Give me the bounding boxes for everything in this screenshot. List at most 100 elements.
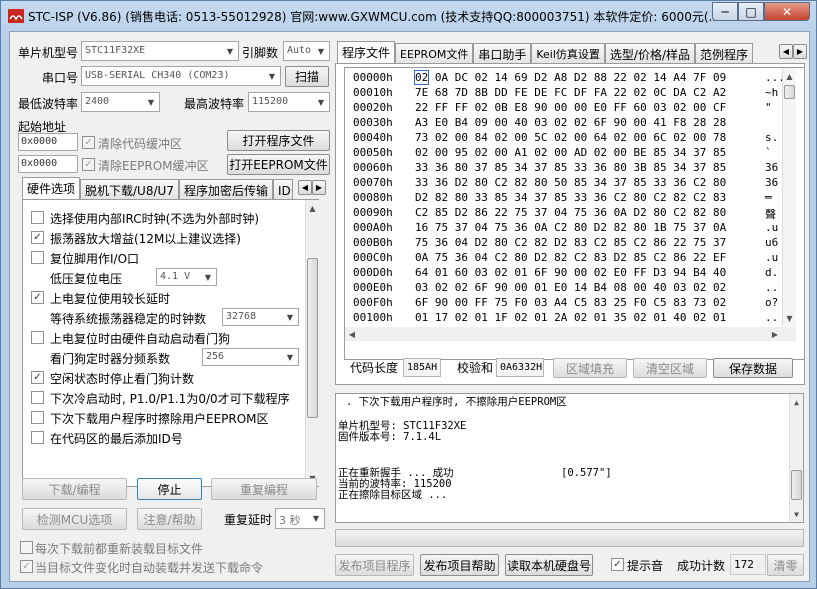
append-id-checkbox[interactable]: [31, 431, 44, 444]
scroll-up-icon[interactable]: ▲: [790, 394, 803, 410]
app-icon: [8, 9, 24, 23]
pins-select[interactable]: Auto ▼: [283, 41, 330, 61]
publish-help-button[interactable]: 发布项目帮助: [420, 554, 499, 576]
tab-eeprom-file[interactable]: EEPROM文件: [395, 43, 474, 63]
chevron-down-icon: ▼: [317, 97, 325, 107]
right-tab-scroll-left[interactable]: ◀: [779, 44, 793, 59]
scroll-thumb[interactable]: [791, 470, 802, 500]
long-reset-delay-checkbox[interactable]: ✓: [31, 291, 44, 304]
hex-bytes[interactable]: 75 36 04 D2 80 C2 82 D2 83 C2 85 C2 86 2…: [415, 236, 726, 249]
port-label: 串口号: [42, 71, 79, 85]
download-program-button[interactable]: 下载/编程: [22, 478, 127, 500]
close-button[interactable]: ✕: [764, 2, 810, 21]
scroll-thumb[interactable]: [307, 258, 318, 418]
tab-examples[interactable]: 范例程序: [695, 43, 754, 63]
erase-eeprom-checkbox[interactable]: [31, 411, 44, 424]
log-scrollbar[interactable]: ▲ ▼: [789, 394, 803, 522]
tab-program-file[interactable]: 程序文件: [337, 41, 396, 63]
tab-scroll-left-button[interactable]: ◀: [298, 180, 312, 195]
tab-id[interactable]: ID号: [272, 179, 293, 199]
maximize-button[interactable]: □: [738, 2, 764, 21]
repeat-delay-select[interactable]: 3 秒 ▼: [275, 508, 325, 529]
hex-bytes[interactable]: 01 17 02 01 1F 02 01 2A 02 01 35 02 01 4…: [415, 311, 726, 324]
hex-bytes[interactable]: 22 FF FF 02 0B E8 90 00 00 E0 FF 60 03 0…: [415, 101, 726, 114]
hex-bytes[interactable]: C2 85 D2 86 22 75 37 04 75 36 0A D2 80 C…: [415, 206, 726, 219]
internal-irc-checkbox[interactable]: [31, 211, 44, 224]
right-tab-scroll-right[interactable]: ▶: [793, 44, 807, 59]
idle-stop-watchdog-checkbox[interactable]: ✓: [31, 371, 44, 384]
tab-serial-assistant[interactable]: 串口助手: [473, 43, 532, 63]
open-program-file-button[interactable]: 打开程序文件: [227, 130, 330, 151]
hex-row: 00020h 22 FF FF 02 0B E8 90 00 00 E0 FF 6…: [353, 101, 772, 116]
read-disk-button[interactable]: 读取本机硬盘号: [505, 554, 593, 576]
check-mcu-button[interactable]: 检测MCU选项: [22, 508, 127, 530]
help-button[interactable]: 注意/帮助: [137, 508, 202, 530]
clear-eeprom-buffer-label: 清除EEPROM缓冲区: [98, 159, 209, 173]
hex-bytes[interactable]: 33 36 80 37 85 34 37 85 33 36 80 3B 85 3…: [415, 161, 726, 174]
clear-area-button[interactable]: 清空区域: [633, 358, 707, 378]
minimize-button[interactable]: ─: [712, 2, 738, 21]
hex-bytes[interactable]: 6F 90 00 FF 75 F0 03 A4 C5 83 25 F0 C5 8…: [415, 296, 726, 309]
clear-code-buffer-label: 清除代码缓冲区: [98, 137, 183, 151]
code-address-input[interactable]: 0x0000: [18, 133, 78, 151]
hex-bytes[interactable]: D2 82 80 33 85 34 37 85 33 36 C2 80 C2 8…: [415, 191, 726, 204]
tab-selection-price[interactable]: 选型/价格/样品: [604, 43, 695, 63]
tab-offline-download[interactable]: 脱机下载/U8/U7: [80, 179, 179, 199]
stop-button[interactable]: 停止: [137, 478, 202, 500]
hex-vscrollbar[interactable]: ▲ ▼: [782, 68, 796, 326]
cold-start-p10-checkbox[interactable]: [31, 391, 44, 404]
watchdog-prescaler-select[interactable]: 256 ▼: [202, 348, 299, 366]
hex-bytes[interactable]: 33 36 D2 80 C2 82 80 50 85 34 37 85 33 3…: [415, 176, 726, 189]
hex-ascii: 36: [765, 176, 779, 189]
min-baud-select[interactable]: 2400 ▼: [81, 92, 160, 112]
reload-each-checkbox[interactable]: [20, 541, 33, 554]
title-bar[interactable]: STC-ISP (V6.86) (销售电话: 0513-55012928) 官网…: [1, 1, 816, 31]
hex-bytes[interactable]: 02 0A DC 02 14 69 D2 A8 D2 88 22 02 14 A…: [413, 70, 726, 85]
tab-encrypted-transfer[interactable]: 程序加密后传输: [178, 179, 273, 199]
scroll-up-icon[interactable]: ▲: [306, 200, 319, 216]
max-baud-select[interactable]: 115200 ▼: [248, 92, 330, 112]
open-eeprom-file-button[interactable]: 打开EEPROM文件: [227, 154, 330, 175]
publish-program-button[interactable]: 发布项目程序: [335, 554, 414, 576]
scroll-down-icon[interactable]: ▼: [790, 506, 803, 522]
reset-pin-io-checkbox[interactable]: [31, 251, 44, 264]
repeat-delay-label: 重复延时: [224, 513, 273, 527]
tab-keil-debug[interactable]: Keil仿真设置: [531, 43, 605, 63]
eeprom-address-input[interactable]: 0x0000: [18, 155, 78, 173]
scroll-right-icon[interactable]: ▶: [768, 327, 782, 341]
scroll-down-icon[interactable]: ▼: [783, 310, 796, 326]
clear-eeprom-buffer-checkbox[interactable]: ✓: [82, 158, 95, 171]
hex-bytes[interactable]: A3 E0 B4 09 00 40 03 02 02 6F 90 00 41 F…: [415, 116, 726, 129]
repeat-program-button[interactable]: 重复编程: [211, 478, 317, 500]
tab-hardware-options[interactable]: 硬件选项: [22, 177, 81, 199]
clear-count-button[interactable]: 清零: [767, 554, 804, 576]
hex-editor[interactable]: 00000h 02 0A DC 02 14 69 D2 A8 D2 88 22 0…: [344, 67, 805, 360]
low-voltage-select[interactable]: 4.1 V ▼: [156, 268, 217, 286]
scroll-thumb[interactable]: [784, 85, 795, 99]
hex-bytes[interactable]: 0A 75 36 04 C2 80 D2 82 C2 83 D2 85 C2 8…: [415, 251, 726, 264]
hex-bytes[interactable]: 16 75 37 04 75 36 0A C2 80 D2 82 80 1B 7…: [415, 221, 726, 234]
beep-checkbox[interactable]: ✓: [611, 558, 624, 571]
stable-clock-select[interactable]: 32768 ▼: [222, 308, 299, 326]
tab-scroll-right-button[interactable]: ▶: [312, 180, 326, 195]
hex-address: 00050h: [353, 146, 393, 159]
scroll-left-icon[interactable]: ◀: [345, 327, 359, 341]
scroll-up-icon[interactable]: ▲: [783, 68, 796, 84]
auto-load-checkbox[interactable]: ✓: [20, 560, 33, 573]
save-data-button[interactable]: 保存数据: [713, 358, 793, 378]
fill-area-button[interactable]: 区域填充: [553, 358, 627, 378]
oscillator-gain-checkbox[interactable]: ✓: [31, 231, 44, 244]
hex-bytes[interactable]: 02 00 95 02 00 A1 02 00 AD 02 00 BE 85 3…: [415, 146, 726, 159]
checksum-value: 0A6332H: [496, 358, 544, 377]
scan-button[interactable]: 扫描: [285, 66, 329, 87]
hex-bytes[interactable]: 73 02 00 84 02 00 5C 02 00 64 02 00 6C 0…: [415, 131, 726, 144]
hex-bytes[interactable]: 64 01 60 03 02 01 6F 90 00 02 E0 FF D3 9…: [415, 266, 726, 279]
auto-watchdog-checkbox[interactable]: [31, 331, 44, 344]
port-select[interactable]: USB-SERIAL CH340 (COM23) ▼: [81, 66, 281, 86]
options-scrollbar[interactable]: ▲ ▼: [305, 200, 319, 486]
hex-bytes[interactable]: 03 02 02 6F 90 00 01 E0 14 B4 08 00 40 0…: [415, 281, 726, 294]
hex-hscrollbar[interactable]: ◀ ▶: [345, 327, 796, 341]
hex-bytes[interactable]: 7E 68 7D 8B DD FE DE FC DF FA 22 02 0C D…: [415, 86, 726, 99]
clear-code-buffer-checkbox[interactable]: ✓: [82, 136, 95, 149]
mcu-type-select[interactable]: STC11F32XE ▼: [81, 41, 239, 61]
